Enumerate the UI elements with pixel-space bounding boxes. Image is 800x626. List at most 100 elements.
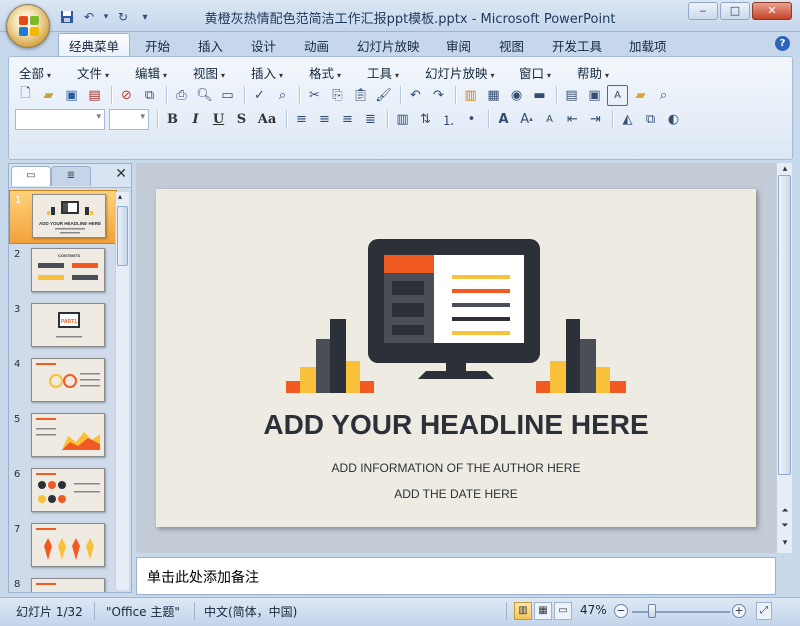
menu-help[interactable]: 帮助 ▾ <box>577 63 609 82</box>
font-color-icon[interactable]: A <box>493 109 514 130</box>
numbering-icon[interactable]: ⒈ <box>438 109 459 130</box>
slideshow-view-icon[interactable]: ▭ <box>554 602 572 620</box>
font-name-combo[interactable] <box>15 108 105 130</box>
zoom-slider[interactable] <box>632 611 730 613</box>
font-size-combo[interactable] <box>109 108 149 130</box>
bullets-icon[interactable]: • <box>461 109 482 130</box>
slide-date-text[interactable]: ADD THE DATE HERE <box>156 487 756 501</box>
close-panel-icon[interactable]: ✕ <box>115 166 127 182</box>
copy-icon[interactable]: ⎘ <box>327 85 348 106</box>
zoom-out-icon[interactable]: − <box>614 604 628 618</box>
thumbnail-scrollbar[interactable]: ▴ <box>115 192 129 590</box>
tab-view[interactable]: 视图 <box>499 36 524 55</box>
slide-headline[interactable]: ADD YOUR HEADLINE HERE <box>156 409 756 441</box>
color-fill-icon[interactable]: ▬ <box>529 85 550 106</box>
quick-styles-icon[interactable]: ◐ <box>663 109 684 130</box>
menu-tools[interactable]: 工具 ▾ <box>367 63 399 82</box>
italic-button[interactable]: I <box>185 109 206 130</box>
tab-insert[interactable]: 插入 <box>198 36 223 55</box>
textbox-icon[interactable]: A <box>607 84 628 106</box>
undo-dropdown-icon[interactable]: ▾ <box>102 8 110 26</box>
tab-classic-menu[interactable]: 经典菜单 <box>58 33 131 57</box>
text-direction-icon[interactable]: ⇅ <box>415 109 436 130</box>
menu-all[interactable]: 全部 ▾ <box>19 63 51 82</box>
menu-format[interactable]: 格式 ▾ <box>309 63 341 82</box>
align-right-icon[interactable]: ≡ <box>337 109 358 130</box>
close-button[interactable]: ✕ <box>752 2 792 20</box>
table-icon[interactable]: ▦ <box>483 85 504 106</box>
shrink-font-icon[interactable]: A <box>539 109 560 130</box>
slide-thumbnail[interactable]: 5 <box>9 410 117 464</box>
tab-developer[interactable]: 开发工具 <box>552 36 602 55</box>
zoom-icon[interactable]: ⌕ <box>653 85 674 106</box>
menu-window[interactable]: 窗口 ▾ <box>519 63 551 82</box>
slide-author-text[interactable]: ADD INFORMATION OF THE AUTHOR HERE <box>156 461 756 475</box>
tab-outline[interactable]: ≣ <box>51 166 91 186</box>
slide-thumbnail[interactable]: 1 ADD YOUR HEADLINE HERE <box>9 190 117 244</box>
attach-icon[interactable]: ⧉ <box>139 85 160 106</box>
menu-view[interactable]: 视图 ▾ <box>193 63 225 82</box>
cut-icon[interactable]: ✂ <box>304 85 325 106</box>
minimize-button[interactable]: ‒ <box>688 2 718 20</box>
notes-pane[interactable]: 单击此处添加备注 <box>136 557 776 595</box>
office-button[interactable] <box>6 4 50 48</box>
slide-thumbnail[interactable]: 8 <box>9 575 117 592</box>
print-preview-icon[interactable]: 🔍︎ <box>194 85 215 106</box>
save-icon[interactable]: ▣ <box>61 85 82 106</box>
scroll-down-icon[interactable]: ▾ <box>779 538 791 548</box>
open-folder-icon[interactable]: ▰ <box>38 85 59 106</box>
theme-name[interactable]: "Office 主题" <box>106 603 180 620</box>
print-icon[interactable]: ⎙ <box>171 85 192 106</box>
slide-thumbnail[interactable]: 4 <box>9 355 117 409</box>
maximize-button[interactable]: □ <box>720 2 750 20</box>
tab-slideshow[interactable]: 幻灯片放映 <box>357 36 420 55</box>
scrollbar-thumb[interactable] <box>117 206 128 266</box>
zoom-level[interactable]: 47% <box>580 603 607 617</box>
shapes-icon[interactable]: ◭ <box>617 109 638 130</box>
normal-view-icon[interactable]: ▥ <box>514 602 532 620</box>
decrease-indent-icon[interactable]: ⇤ <box>562 109 583 130</box>
scroll-up-icon[interactable]: ▴ <box>779 164 791 174</box>
layout-icon[interactable]: ▣ <box>584 85 605 106</box>
arrange-icon[interactable]: ⧉ <box>640 109 661 130</box>
bold-button[interactable]: B <box>162 109 183 130</box>
next-slide-icon[interactable]: ⏷ <box>779 521 791 531</box>
new-slide-icon[interactable]: ▤ <box>561 85 582 106</box>
tab-slides[interactable]: ▭ <box>11 166 51 186</box>
undo-icon[interactable]: ↶ <box>80 8 98 26</box>
tab-home[interactable]: 开始 <box>145 36 170 55</box>
align-left-icon[interactable]: ≡ <box>291 109 312 130</box>
shadow-button[interactable]: S <box>231 109 252 130</box>
scroll-up-icon[interactable]: ▴ <box>118 192 122 201</box>
tab-review[interactable]: 审阅 <box>446 36 471 55</box>
slide-thumbnail[interactable]: 7 <box>9 520 117 574</box>
new-document-icon[interactable]: 🗋 <box>15 85 36 106</box>
spelling-icon[interactable]: ✓ <box>249 85 270 106</box>
permission-icon[interactable]: ⊘ <box>116 85 137 106</box>
menu-edit[interactable]: 编辑 ▾ <box>135 63 167 82</box>
tab-design[interactable]: 设计 <box>251 36 276 55</box>
clipart-icon[interactable]: ◉ <box>506 85 527 106</box>
slide-sorter-icon[interactable]: ▦ <box>534 602 552 620</box>
zoom-slider-handle[interactable] <box>648 604 656 618</box>
zoom-in-icon[interactable]: + <box>732 604 746 618</box>
menu-slideshow[interactable]: 幻灯片放映 ▾ <box>425 63 495 82</box>
redo-icon[interactable]: ↷ <box>428 85 449 106</box>
language-indicator[interactable]: 中文(简体，中国) <box>204 603 297 620</box>
chart-icon[interactable]: ▥ <box>460 85 481 106</box>
columns-icon[interactable]: ▥ <box>392 109 413 130</box>
undo-icon[interactable]: ↶ <box>405 85 426 106</box>
slide-thumbnail[interactable]: 6 <box>9 465 117 519</box>
save-icon[interactable] <box>58 8 76 26</box>
format-painter-icon[interactable]: 🖌︎ <box>373 85 394 106</box>
redo-icon[interactable]: ↻ <box>114 8 132 26</box>
folder-icon[interactable]: ▰ <box>630 85 651 106</box>
justify-icon[interactable]: ≣ <box>360 109 381 130</box>
screen-icon[interactable]: ▭ <box>217 85 238 106</box>
slide-thumbnail[interactable]: 3 PART1 <box>9 300 117 354</box>
save-as-icon[interactable]: ▤ <box>84 85 105 106</box>
tab-animation[interactable]: 动画 <box>304 36 329 55</box>
scrollbar-thumb[interactable] <box>778 175 791 475</box>
paste-icon[interactable]: 📋︎ <box>350 85 371 106</box>
menu-file[interactable]: 文件 ▾ <box>77 63 109 82</box>
